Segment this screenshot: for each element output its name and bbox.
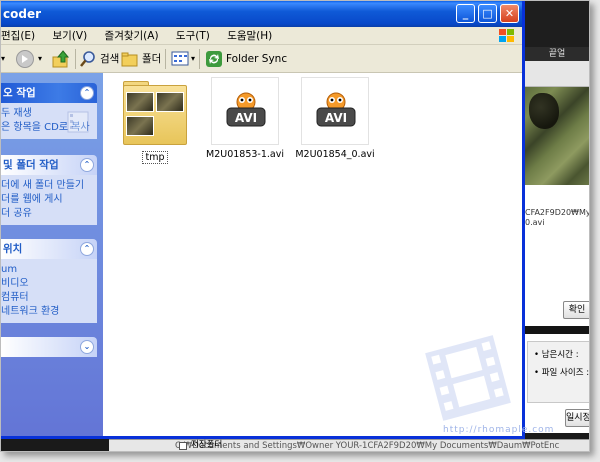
chevron-down-icon: ▾ bbox=[38, 54, 43, 63]
toolbar: ▾ ▾ 검색 폴더 ▾ Folder Sync bbox=[1, 45, 522, 73]
windows-flag-icon bbox=[499, 29, 514, 42]
place-link[interactable]: um bbox=[1, 263, 97, 277]
folder-thumbnail bbox=[121, 79, 189, 147]
video-tasks-header[interactable]: 오 작업 ⌃ bbox=[1, 83, 97, 103]
video-preview bbox=[523, 87, 589, 185]
file-folder-tasks-body: 더에 새 폴더 만들기 더를 웹에 게시 더 공유 bbox=[1, 175, 97, 225]
encode-status-panel: • 남은시간 : • 파일 사이즈 : bbox=[527, 341, 590, 403]
place-link[interactable]: 비디오 bbox=[1, 277, 97, 291]
explorer-window: coder _ □ ✕ 편집(E) 보기(V) 즐겨찾기(A) 도구(T) 도움… bbox=[1, 1, 553, 439]
file-thumbnail: AVI bbox=[301, 77, 369, 145]
folders-button[interactable]: 폴더 bbox=[121, 49, 161, 69]
search-icon bbox=[80, 51, 95, 67]
video-tasks-body: 두 재생 은 항목을 CD로 복사 bbox=[1, 103, 97, 139]
details-box: ⌄ bbox=[1, 337, 97, 357]
task-link[interactable]: 더에 새 폴더 만들기 bbox=[1, 179, 97, 193]
thumbnail-image bbox=[156, 92, 184, 112]
avi-file-icon: AVI bbox=[316, 92, 356, 127]
maximize-icon: □ bbox=[482, 7, 493, 20]
collapse-icon[interactable]: ⌃ bbox=[80, 158, 94, 172]
views-icon bbox=[171, 51, 189, 66]
screenshot-frame: 끝얼 CFA2F9D20₩My 0.avi 확인 • 남은시간 : • 파일 사… bbox=[0, 0, 590, 452]
other-places-body: um 비디오 컴퓨터 네트워크 환경 bbox=[1, 259, 97, 323]
file-name: M2U01854_0.avi bbox=[295, 149, 375, 160]
background-divider bbox=[523, 326, 589, 334]
svg-text:AVI: AVI bbox=[325, 111, 347, 125]
close-icon: ✕ bbox=[504, 7, 515, 20]
file-item-avi[interactable]: AVI M2U01854_0.avi bbox=[293, 77, 377, 160]
close-button[interactable]: ✕ bbox=[500, 4, 519, 23]
background-app-header bbox=[523, 1, 589, 47]
search-label: 검색 bbox=[100, 53, 120, 65]
minimize-icon: _ bbox=[462, 7, 469, 20]
window-title: coder bbox=[3, 7, 42, 21]
forward-icon bbox=[16, 50, 34, 68]
up-folder-icon bbox=[52, 50, 70, 68]
watermark-text: http://rhomaple.com bbox=[443, 425, 555, 435]
task-link[interactable]: 더 공유 bbox=[1, 207, 97, 221]
file-item-tmp[interactable]: tmp bbox=[113, 79, 197, 164]
menu-edit[interactable]: 편집(E) bbox=[1, 30, 35, 42]
sync-icon bbox=[206, 51, 222, 67]
save-folder-checkbox[interactable] bbox=[179, 442, 187, 450]
menu-bar: 편집(E) 보기(V) 즐겨찾기(A) 도구(T) 도움말(H) bbox=[1, 27, 522, 45]
folder-icon bbox=[123, 85, 187, 145]
views-button[interactable]: ▾ bbox=[171, 49, 195, 69]
folders-label: 폴더 bbox=[142, 53, 162, 65]
file-item-avi[interactable]: AVI M2U01853-1.avi bbox=[203, 77, 287, 160]
file-name: M2U01853-1.avi bbox=[206, 149, 284, 160]
file-folder-tasks-box: 및 폴더 작업 ⌃ 더에 새 폴더 만들기 더를 웹에 게시 더 공유 bbox=[1, 155, 97, 225]
menu-favorites[interactable]: 즐겨찾기(A) bbox=[105, 30, 159, 42]
thumbnail-image bbox=[126, 92, 154, 112]
maximize-button[interactable]: □ bbox=[478, 4, 497, 23]
background-path-text: CFA2F9D20₩My 0.avi bbox=[525, 208, 590, 228]
toolbar-separator bbox=[75, 49, 76, 69]
up-folder-button[interactable] bbox=[51, 49, 71, 69]
place-link[interactable]: 네트워크 환경 bbox=[1, 305, 97, 319]
svg-text:AVI: AVI bbox=[235, 111, 257, 125]
back-dropdown[interactable]: ▾ bbox=[1, 49, 5, 69]
folder-sync-label: Folder Sync bbox=[226, 53, 288, 65]
file-list-view: tmp AVI M2U01853-1.avi AVI M2U01854_0.av… bbox=[103, 73, 553, 436]
path-line: 0.avi bbox=[525, 218, 545, 227]
background-video-toolbar bbox=[523, 61, 589, 87]
file-thumbnail: AVI bbox=[211, 77, 279, 145]
background-tab[interactable]: 끝얼 bbox=[523, 47, 589, 61]
save-folder-label: 저장폴더 bbox=[191, 440, 223, 450]
file-name: tmp bbox=[142, 151, 168, 164]
expand-icon[interactable]: ⌄ bbox=[80, 340, 94, 354]
path-line: CFA2F9D20₩My bbox=[525, 208, 590, 217]
collapse-icon[interactable]: ⌃ bbox=[80, 242, 94, 256]
video-tasks-box: 오 작업 ⌃ 두 재생 은 항목을 CD로 복사 bbox=[1, 83, 97, 139]
film-icon bbox=[67, 111, 89, 133]
avi-file-icon: AVI bbox=[226, 92, 266, 127]
forward-button[interactable]: ▾ bbox=[15, 49, 42, 69]
thumbnail-image bbox=[126, 116, 154, 136]
menu-tools[interactable]: 도구(T) bbox=[176, 30, 210, 42]
folder-sync-button[interactable]: Folder Sync bbox=[205, 49, 287, 69]
file-folder-tasks-header[interactable]: 및 폴더 작업 ⌃ bbox=[1, 155, 97, 175]
chevron-down-icon: ▾ bbox=[191, 54, 196, 63]
film-watermark-icon bbox=[425, 335, 511, 421]
toolbar-separator bbox=[165, 49, 166, 69]
toolbar-separator bbox=[199, 49, 200, 69]
folder-icon bbox=[121, 52, 138, 67]
ok-button[interactable]: 확인 bbox=[563, 301, 589, 319]
place-link[interactable]: 컴퓨터 bbox=[1, 291, 97, 305]
remaining-time-label: • 남은시간 : bbox=[534, 350, 579, 360]
task-pane: 오 작업 ⌃ 두 재생 은 항목을 CD로 복사 및 폴더 작업 ⌃ 더에 새 … bbox=[1, 73, 103, 436]
other-places-box: 위치 ⌃ um 비디오 컴퓨터 네트워크 환경 bbox=[1, 239, 97, 323]
other-places-header[interactable]: 위치 ⌃ bbox=[1, 239, 97, 259]
pause-button[interactable]: 일시정 bbox=[565, 409, 589, 427]
menu-help[interactable]: 도움말(H) bbox=[227, 30, 272, 42]
file-size-label: • 파일 사이즈 : bbox=[534, 368, 590, 378]
menu-view[interactable]: 보기(V) bbox=[53, 30, 88, 42]
chevron-down-icon: ▾ bbox=[1, 54, 6, 63]
search-button[interactable]: 검색 bbox=[79, 49, 119, 69]
minimize-button[interactable]: _ bbox=[456, 4, 475, 23]
task-link[interactable]: 더를 웹에 게시 bbox=[1, 193, 97, 207]
details-header[interactable]: ⌄ bbox=[1, 337, 97, 357]
title-bar[interactable]: coder _ □ ✕ bbox=[1, 1, 522, 27]
collapse-icon[interactable]: ⌃ bbox=[80, 86, 94, 100]
